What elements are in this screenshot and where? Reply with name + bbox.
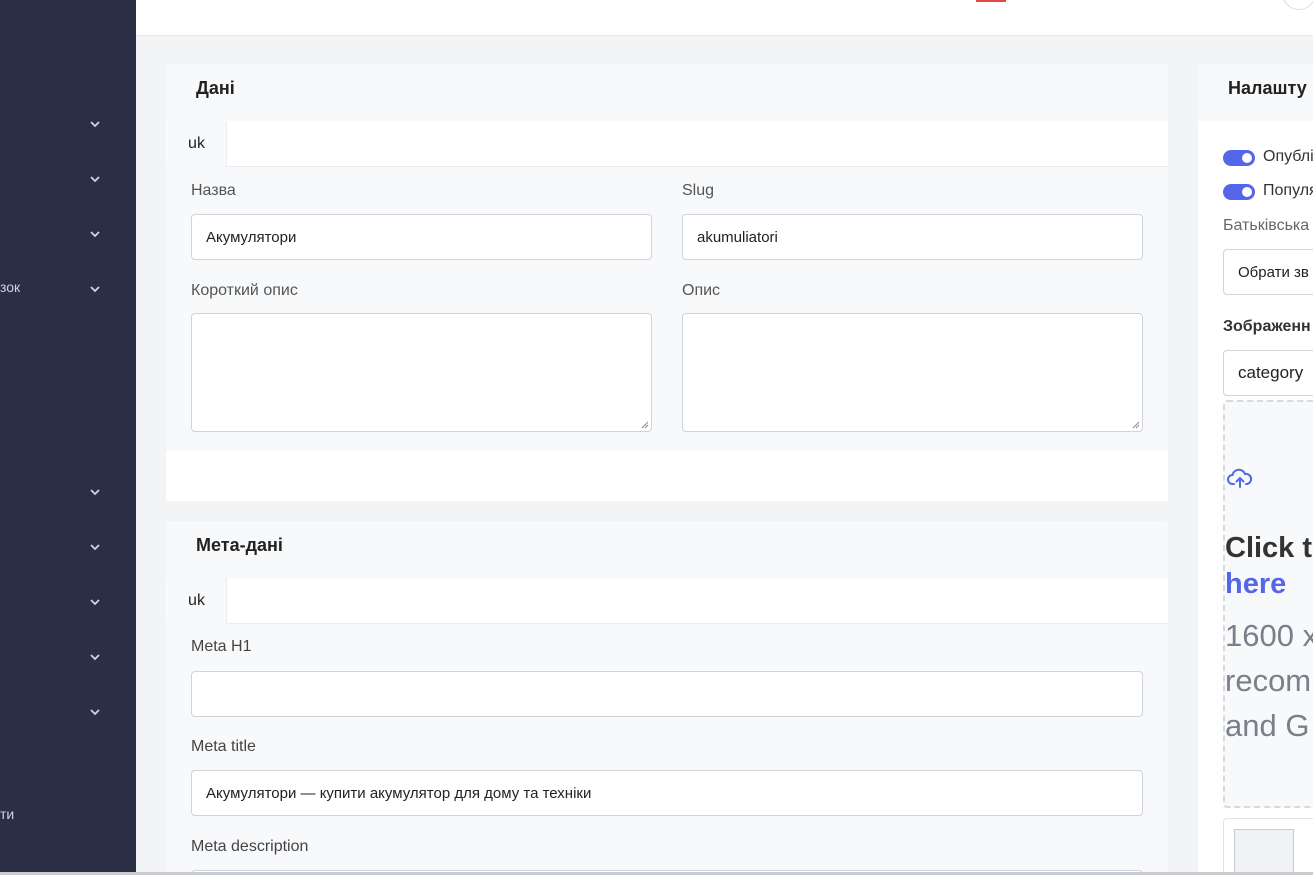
parent-category-select[interactable]: Обрати зв — [1223, 249, 1313, 295]
published-toggle[interactable] — [1223, 150, 1255, 166]
chevron-down-icon[interactable] — [88, 227, 102, 241]
image-name-field[interactable]: category — [1223, 350, 1313, 396]
card-title: Налашту — [1228, 78, 1307, 98]
chevron-down-icon[interactable] — [88, 595, 102, 609]
avatar[interactable] — [1282, 0, 1313, 10]
chevron-down-icon[interactable] — [88, 172, 102, 186]
popular-label: Популя — [1263, 182, 1313, 199]
short-description-label: Короткий опис — [191, 282, 298, 299]
upload-recommend-hint: recom — [1225, 663, 1312, 698]
chevron-down-icon[interactable] — [88, 650, 102, 664]
slug-field[interactable]: akumuliatori — [682, 214, 1143, 260]
short-description-field[interactable] — [191, 313, 652, 432]
chevron-down-icon[interactable] — [88, 540, 102, 554]
chevron-down-icon[interactable] — [88, 485, 102, 499]
language-tabs: uk — [166, 578, 1168, 624]
meta-h1-label: Meta H1 — [191, 638, 252, 655]
chevron-down-icon[interactable] — [88, 117, 102, 131]
cloud-upload-icon — [1227, 468, 1253, 488]
name-label: Назва — [191, 182, 236, 199]
broken-image-icon — [1234, 829, 1294, 875]
flag-icon[interactable] — [976, 0, 1006, 2]
card-title: Дані — [196, 78, 235, 98]
upload-formats-hint: and G — [1225, 708, 1310, 743]
meta-title-field[interactable]: Акумулятори — купити акумулятор для дому… — [191, 770, 1143, 816]
card-footer — [166, 451, 1168, 501]
meta-title-label: Meta title — [191, 738, 256, 755]
data-card: Дані uk Назва Акумулятори Slug akumuliat… — [166, 64, 1168, 501]
parent-category-label: Батьківська — [1223, 217, 1310, 234]
sidebar: зок ти — [0, 0, 136, 875]
popular-toggle[interactable] — [1223, 184, 1255, 200]
chevron-down-icon[interactable] — [88, 705, 102, 719]
description-field[interactable] — [682, 313, 1143, 432]
image-dropzone[interactable]: Click t here 1600 x recom and G — [1223, 400, 1313, 808]
sidebar-item-label[interactable]: ти — [0, 806, 14, 822]
language-tabs: uk — [166, 121, 1168, 167]
resize-handle-icon[interactable] — [639, 419, 649, 429]
meta-h1-field[interactable] — [191, 671, 1143, 717]
description-label: Опис — [682, 282, 721, 299]
image-label: Зображенн — [1223, 318, 1311, 335]
resize-handle-icon[interactable] — [1130, 419, 1140, 429]
slug-label: Slug — [682, 182, 715, 199]
tab-uk[interactable]: uk — [167, 121, 227, 167]
image-preview-card — [1223, 818, 1313, 875]
upload-click-text: Click t — [1225, 532, 1313, 564]
published-label: Опублі — [1263, 148, 1313, 165]
meta-card: Мета-дані uk Meta H1 Meta title Акумулят… — [166, 521, 1168, 875]
tab-uk[interactable]: uk — [167, 578, 227, 624]
sidebar-item-label[interactable]: зок — [0, 279, 20, 295]
upload-size-hint: 1600 x — [1225, 618, 1313, 653]
card-title: Мета-дані — [196, 535, 283, 555]
chevron-down-icon[interactable] — [88, 282, 102, 296]
upload-here-link[interactable]: here — [1225, 568, 1286, 601]
top-bar — [136, 0, 1313, 36]
name-field[interactable]: Акумулятори — [191, 214, 652, 260]
meta-description-label: Meta description — [191, 838, 309, 855]
